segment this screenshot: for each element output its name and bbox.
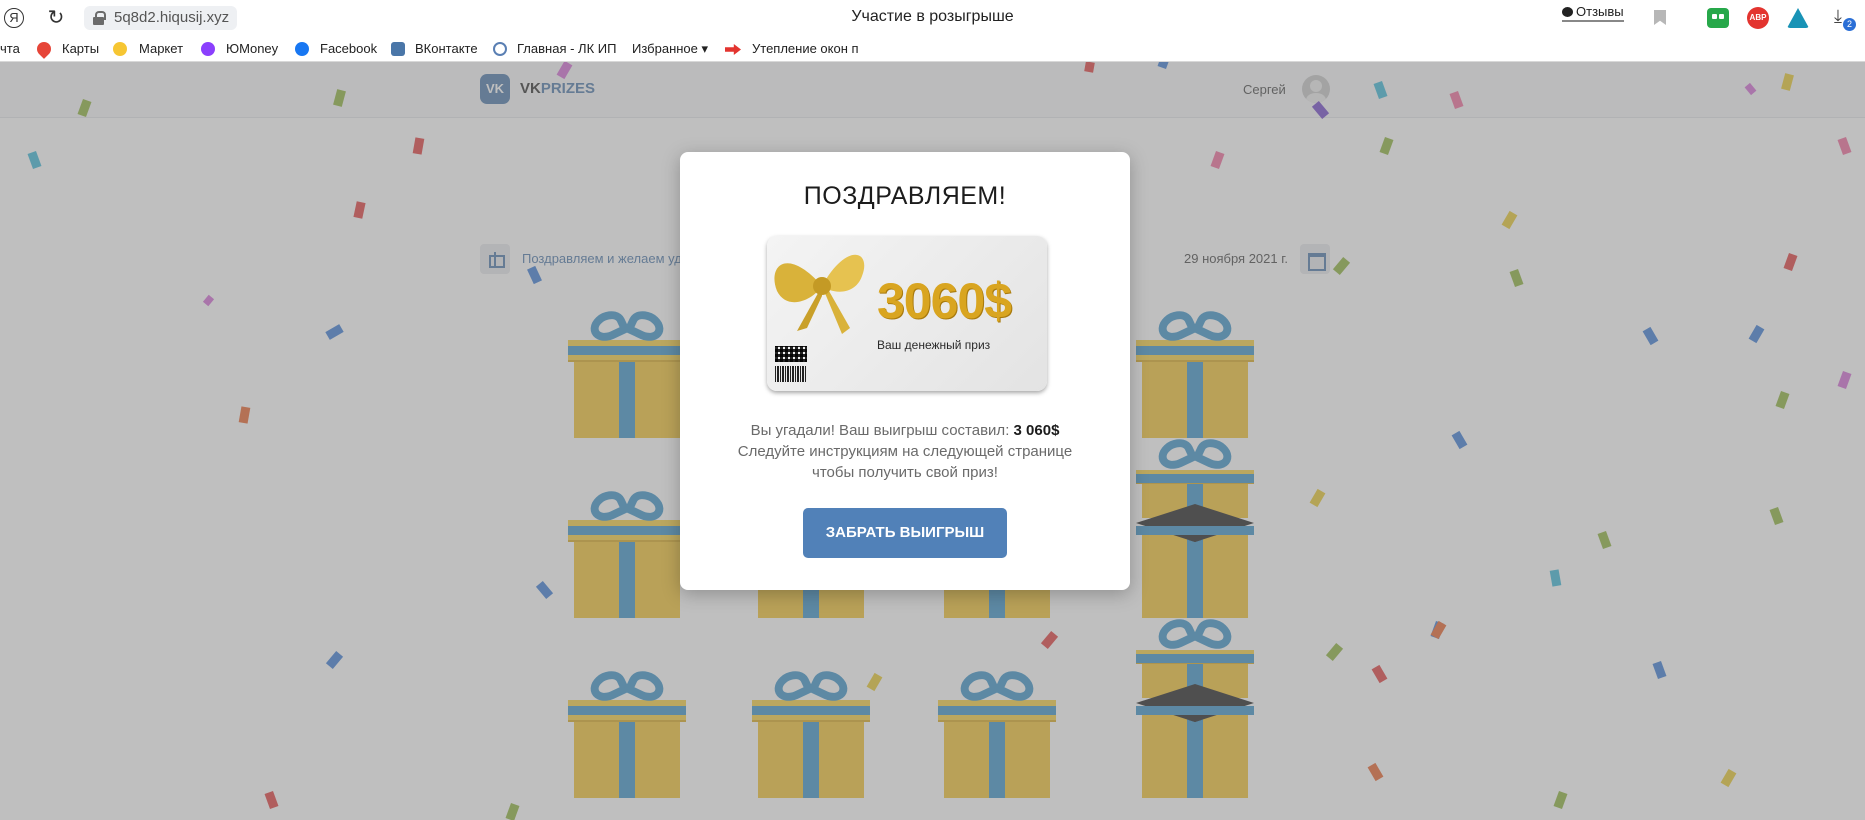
barcode-icon — [775, 366, 807, 382]
prize-card-amount: 3060$ — [877, 273, 1012, 329]
prize-message-intro: Вы угадали! Ваш выигрыш составил: — [750, 422, 1014, 439]
facebook-icon — [295, 42, 309, 56]
bookmark-market[interactable]: Маркет — [139, 41, 183, 56]
qr-code-icon — [775, 346, 807, 362]
address-bar-url: 5q8d2.hiqusij.xyz — [114, 9, 230, 26]
bookmark-icon[interactable] — [1654, 10, 1666, 25]
bookmark-maps[interactable]: Карты — [62, 41, 99, 56]
red-arrow-icon — [725, 44, 741, 55]
yandex-icon[interactable]: Я — [4, 8, 24, 28]
market-icon — [113, 42, 127, 56]
prize-message-amount: 3 060$ — [1013, 422, 1060, 439]
prize-modal: ПОЗДРАВЛЯЕМ! 3060$ Ваш денежный приз Вы … — [680, 152, 1130, 590]
prize-card-caption: Ваш денежный приз — [877, 338, 991, 352]
claim-prize-button[interactable]: ЗАБРАТЬ ВЫИГРЫШ — [803, 508, 1007, 558]
prize-message-instructions: Следуйте инструкциям на следующей страни… — [737, 443, 1073, 481]
lock-icon — [93, 11, 106, 25]
modal-heading: ПОЗДРАВЛЯЕМ! — [803, 182, 1007, 210]
vk-icon — [391, 42, 405, 56]
maps-pin-icon — [34, 39, 54, 59]
bookmark-vkontakte[interactable]: ВКонтакте — [415, 41, 478, 56]
gold-bow-icon — [774, 254, 865, 334]
browser-topbar: Я ↻ 5q8d2.hiqusij.xyz Участие в розыгрыш… — [0, 0, 1865, 36]
adblock-plus-icon[interactable]: ABP — [1747, 7, 1769, 29]
bookmark-windows-insulation[interactable]: Утепление окон п — [752, 41, 859, 56]
globe-icon — [493, 42, 507, 56]
bookmark-folder-favorites[interactable]: Избранное ▾ — [632, 41, 708, 57]
yumoney-icon — [201, 42, 215, 56]
reviews-button[interactable]: Отзывы — [1562, 4, 1624, 22]
speech-bubble-icon — [1562, 7, 1573, 17]
page-content: VK VKPRIZES Сергей Поздравляем и желаем … — [0, 62, 1865, 820]
extension-triangle-icon[interactable] — [1787, 8, 1809, 28]
reviews-label: Отзывы — [1576, 4, 1624, 19]
bookmark-facebook[interactable]: Facebook — [320, 41, 377, 56]
downloads-icon[interactable]: ⤓ — [1834, 6, 1842, 27]
bookmark-lk-ip[interactable]: Главная - ЛК ИП — [517, 41, 616, 56]
downloads-count-badge: 2 — [1843, 18, 1856, 31]
bookmarks-bar: чта Карты Маркет ЮMoney Facebook ВКонтак… — [0, 36, 1865, 62]
bookmark-mail[interactable]: чта — [0, 41, 20, 56]
extension-robot-icon[interactable] — [1707, 8, 1729, 28]
prize-message: Вы угадали! Ваш выигрыш составил: 3 060$… — [716, 420, 1094, 483]
prize-card: 3060$ Ваш денежный приз — [767, 236, 1047, 391]
reload-icon[interactable]: ↻ — [44, 6, 68, 30]
address-bar[interactable]: 5q8d2.hiqusij.xyz — [84, 6, 238, 30]
bookmark-yumoney[interactable]: ЮMoney — [226, 41, 278, 56]
